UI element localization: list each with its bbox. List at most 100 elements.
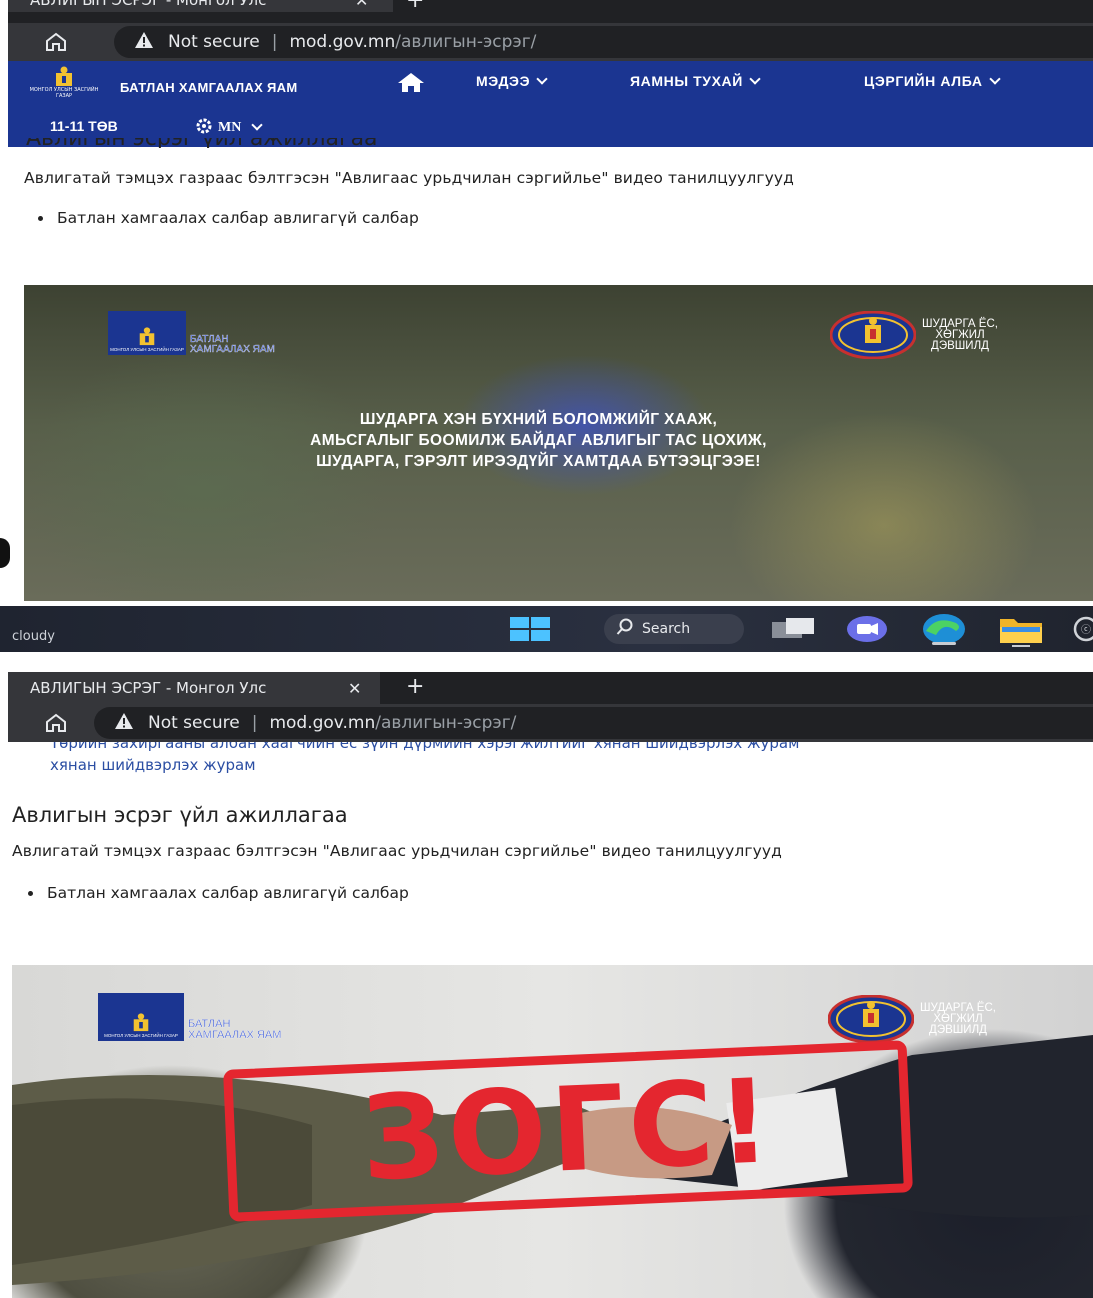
seal-emblem-icon: [830, 311, 916, 359]
edge-browser-icon[interactable]: [922, 613, 966, 649]
home-nav-icon[interactable]: [396, 71, 426, 93]
seal-line: ДЭВШИЛД: [931, 339, 989, 352]
stop-stamp-text: ЗОГС!: [358, 1054, 778, 1207]
address-field[interactable]: Not secure | mod.gov.mn /авлигын-эсрэг/: [94, 707, 1093, 739]
integrity-seal: ШУДАРГА ЁС, ХӨГЖИЛ ДЭВШИЛД: [830, 311, 998, 359]
browser-tab[interactable]: АВЛИГЫН ЭСРЭГ - Монгол Улс ✕: [8, 672, 380, 704]
warning-icon[interactable]: [114, 712, 134, 735]
list-item-text: Батлан хамгаалах салбар авлигагүй салбар: [47, 884, 409, 902]
soyombo-emblem-icon: МОНГОЛ УЛСЫН ЗАСГИЙН ГАЗАР: [108, 311, 186, 355]
seal-line: ХӨГЖИЛ: [935, 328, 985, 341]
hotline[interactable]: 11-11 ТӨВ: [50, 118, 118, 134]
ministry-logo: МОНГОЛ УЛСЫН ЗАСГИЙН ГАЗАР БАТЛАН ХАМГАА…: [108, 311, 275, 355]
language-label: MN: [218, 119, 242, 135]
cut-link-text: Төрийн захиргааны албан хаагчийн ёс зүйн…: [50, 742, 800, 751]
list-item: Батлан хамгаалах салбар авлигагүй салбар: [38, 209, 419, 227]
seal-text: ШУДАРГА ЁС, ХӨГЖИЛ ДЭВШИЛД: [920, 1001, 996, 1036]
stop-stamp: ЗОГС!: [223, 1040, 913, 1222]
nav-item-about[interactable]: ЯАМНЫ ТУХАЙ: [630, 72, 761, 89]
nav-label: ЦЭРГИЙН АЛБА: [864, 73, 983, 89]
url-path: /авлигын-эсрэг/: [375, 713, 517, 733]
bullet-icon: [28, 890, 33, 896]
emblem-caption: МОНГОЛ УЛСЫН ЗАСГИЙН ГАЗАР: [29, 87, 99, 99]
app-icon[interactable]: ⓒ: [1072, 616, 1093, 646]
brand-name[interactable]: БАТЛАН ХАМГААЛАХ ЯАМ: [120, 80, 297, 95]
caption-line: ШУДАРГА ХЭН БҮХНИЙ БОЛОМЖИЙГ ХААЖ,: [359, 411, 718, 428]
nav-label: ЯАМНЫ ТУХАЙ: [630, 73, 743, 89]
seal-text: ШУДАРГА ЁС, ХӨГЖИЛ ДЭВШИЛД: [922, 317, 998, 352]
seal-line: ДЭВШИЛД: [929, 1023, 987, 1036]
weather-widget[interactable]: cloudy: [12, 629, 55, 644]
video-intro-text: Авлигатай тэмцэх газраас бэлтгэсэн "Авли…: [24, 169, 794, 187]
task-view-icon[interactable]: [772, 618, 816, 644]
screenshot-top: АВЛИГЫН ЭСРЭГ - Монгол Улс ✕ + Not secur…: [0, 0, 1093, 652]
video-player[interactable]: МОНГОЛ УЛСЫН ЗАСГИЙН ГАЗАР БАТЛАН ХАМГАА…: [12, 965, 1093, 1298]
nav-item-military-service[interactable]: ЦЭРГИЙН АЛБА: [864, 72, 1001, 89]
soyombo-emblem-icon: МОНГОЛ УЛСЫН ЗАСГИЙН ГАЗАР: [28, 65, 100, 99]
caption-line: АМЬСГАЛЫГ БООМИЛЖ БАЙДАГ АВЛИГЫГ ТАС ЦОХ…: [310, 432, 767, 449]
home-icon[interactable]: [38, 28, 74, 56]
seal-line: ШУДАРГА ЁС,: [922, 317, 998, 330]
tab-title: АВЛИГЫН ЭСРЭГ - Монгол Улс: [30, 0, 267, 9]
file-explorer-icon[interactable]: [998, 615, 1044, 651]
chevron-down-icon: [536, 72, 548, 85]
seal-line: ШУДАРГА ЁС,: [920, 1001, 996, 1014]
regulation-link[interactable]: хянан шийдвэрлэх журам: [50, 756, 256, 774]
logo-text: БАТЛАН ХАМГААЛАХ ЯАМ: [190, 334, 275, 355]
taskbar-search[interactable]: Search: [604, 614, 744, 644]
browser-tab[interactable]: АВЛИГЫН ЭСРЭГ - Монгол Улс ✕: [8, 0, 393, 12]
integrity-seal: ШУДАРГА ЁС, ХӨГЖИЛ ДЭВШИЛД: [828, 995, 996, 1043]
windows-taskbar: cloudy Search ⓒ: [0, 606, 1093, 652]
video-player[interactable]: МОНГОЛ УЛСЫН ЗАСГИЙН ГАЗАР БАТЛАН ХАМГАА…: [24, 285, 1093, 601]
address-bar-row: Not secure | mod.gov.mn /авлигын-эсрэг/: [8, 23, 1093, 61]
language-switcher[interactable]: MN: [196, 118, 263, 137]
bullet-icon: [38, 215, 43, 221]
video-caption: ШУДАРГА ХЭН БҮХНИЙ БОЛОМЖИЙГ ХААЖ, АМЬСГ…: [24, 409, 1073, 472]
logo-caption: МОНГОЛ УЛСЫН ЗАСГИЙН ГАЗАР: [104, 1033, 178, 1038]
ministry-logo: МОНГОЛ УЛСЫН ЗАСГИЙН ГАЗАР БАТЛАН ХАМГАА…: [98, 993, 282, 1041]
gear-icon: [196, 118, 212, 137]
logo-caption: МОНГОЛ УЛСЫН ЗАСГИЙН ГАЗАР: [110, 347, 184, 352]
warning-icon[interactable]: [134, 31, 154, 54]
cut-off-link[interactable]: Төрийн захиргааны албан хаагчийн ёс зүйн…: [50, 742, 799, 751]
address-bar-row: Not secure | mod.gov.mn /авлигын-эсрэг/: [8, 704, 1093, 742]
url-path: /авлигын-эсрэг/: [395, 32, 537, 52]
chevron-down-icon: [251, 119, 263, 131]
side-handle[interactable]: [0, 538, 10, 568]
chevron-down-icon: [988, 72, 1001, 85]
screenshot-bottom: АВЛИГЫН ЭСРЭГ - Монгол Улс ✕ + Not secur…: [0, 672, 1093, 1298]
nav-label: МЭДЭЭ: [476, 73, 531, 89]
video-intro-text: Авлигатай тэмцэх газраас бэлтгэсэн "Авли…: [12, 842, 782, 860]
search-label: Search: [642, 621, 691, 637]
logo-line: ХАМГААЛАХ ЯАМ: [190, 344, 275, 355]
url-host: mod.gov.mn: [289, 32, 396, 52]
not-secure-label[interactable]: Not secure: [148, 713, 240, 733]
tab-strip: АВЛИГЫН ЭСРЭГ - Монгол Улс ✕ +: [8, 0, 1093, 24]
nav-item-news[interactable]: МЭДЭЭ: [476, 72, 548, 89]
address-divider: |: [251, 713, 258, 733]
new-tab-button[interactable]: +: [406, 0, 424, 12]
close-tab-icon[interactable]: ✕: [348, 679, 361, 698]
teams-chat-icon[interactable]: [846, 615, 888, 647]
address-field[interactable]: Not secure | mod.gov.mn /авлигын-эсрэг/: [114, 26, 1093, 58]
new-tab-button[interactable]: +: [406, 676, 424, 698]
close-tab-icon[interactable]: ✕: [355, 0, 368, 10]
section-heading: Авлигын эсрэг үйл ажиллагаа: [12, 803, 348, 827]
tab-title: АВЛИГЫН ЭСРЭГ - Монгол Улс: [30, 679, 267, 697]
list-item-text: Батлан хамгаалах салбар авлигагүй салбар: [57, 209, 419, 227]
url-host: mod.gov.mn: [269, 713, 376, 733]
home-icon[interactable]: [38, 709, 74, 737]
cut-off-heading: Авлигын эсрэг үйл ажиллагаа: [26, 138, 378, 148]
soyombo-emblem-icon: МОНГОЛ УЛСЫН ЗАСГИЙН ГАЗАР: [98, 993, 184, 1041]
not-secure-label[interactable]: Not secure: [168, 32, 260, 52]
windows-start-icon[interactable]: [510, 617, 550, 645]
logo-line: ХАМГААЛАХ ЯАМ: [188, 1029, 282, 1041]
list-item: Батлан хамгаалах салбар авлигагүй салбар: [28, 884, 409, 902]
site-brand[interactable]: МОНГОЛ УЛСЫН ЗАСГИЙН ГАЗАР БАТЛАН ХАМГАА…: [28, 65, 297, 99]
cut-heading-text: Авлигын эсрэг үйл ажиллагаа: [26, 138, 378, 148]
tab-strip: АВЛИГЫН ЭСРЭГ - Монгол Улс ✕ +: [8, 672, 1093, 704]
logo-text: БАТЛАН ХАМГААЛАХ ЯАМ: [188, 1018, 282, 1041]
caption-line: ШУДАРГА, ГЭРЭЛТ ИРЭЭДҮЙГ ХАМТДАА БҮТЭЭЦГ…: [316, 453, 761, 470]
seal-emblem-icon: [828, 995, 914, 1043]
chevron-down-icon: [749, 72, 761, 85]
